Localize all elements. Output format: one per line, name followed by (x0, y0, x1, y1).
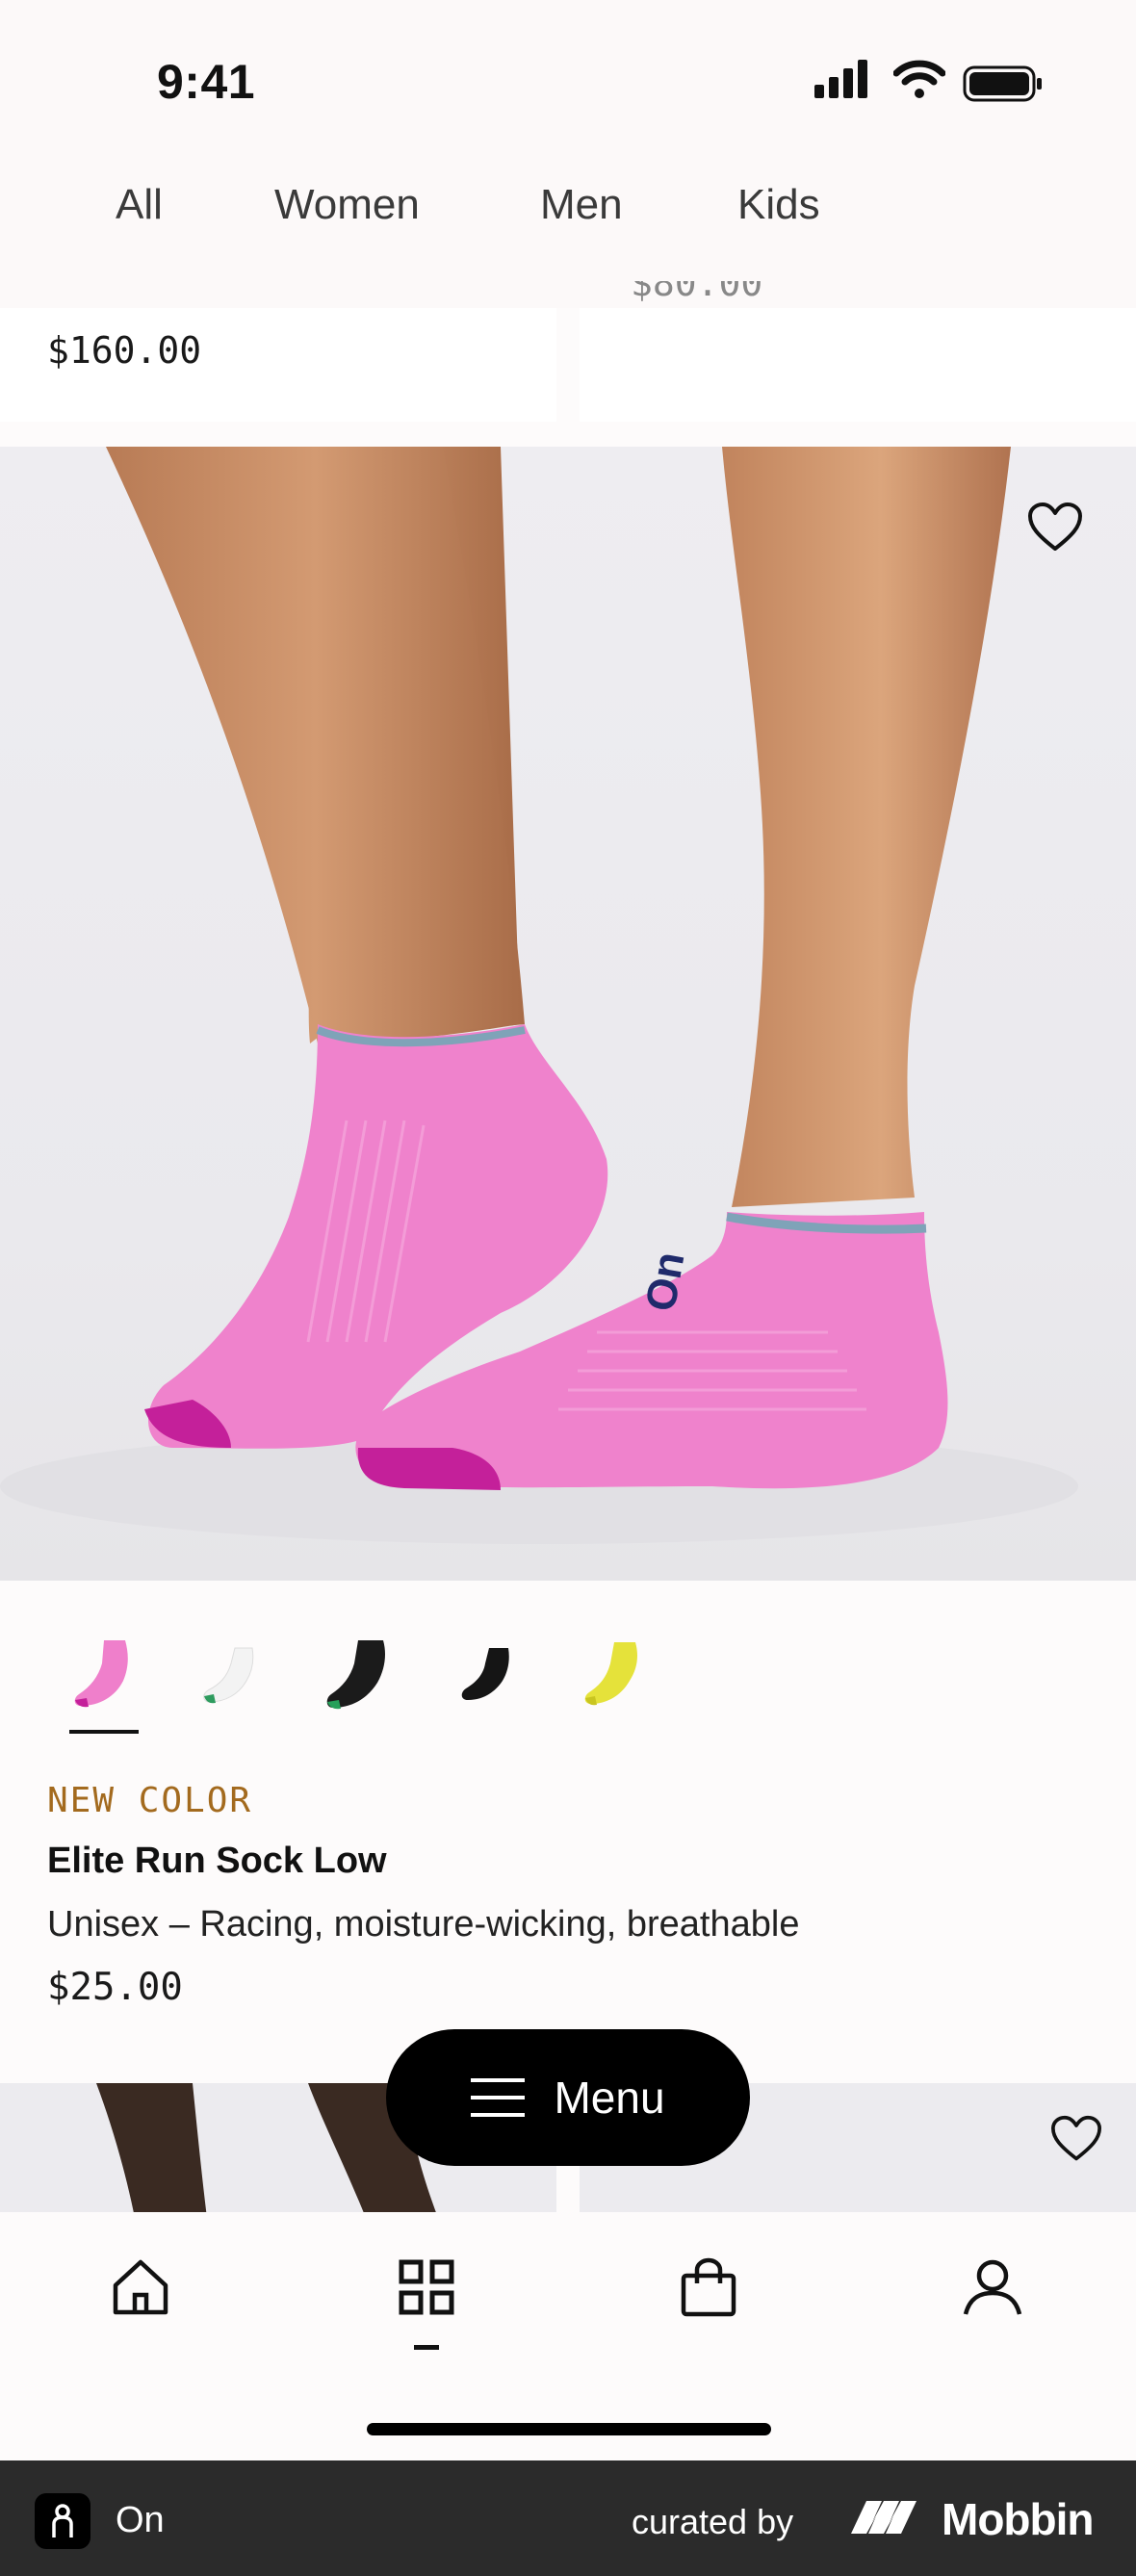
account-icon[interactable] (962, 2256, 1023, 2318)
wifi-icon (893, 60, 945, 98)
product-price-previous-right: $80.00 (631, 281, 763, 304)
svg-text:On: On (637, 1249, 694, 1315)
home-indicator (367, 2423, 771, 2435)
color-swatch-white[interactable] (193, 1635, 270, 1712)
status-time: 9:41 (157, 55, 256, 109)
tab-kids[interactable]: Kids (737, 181, 820, 229)
color-swatch-black-green[interactable] (320, 1635, 397, 1712)
product-name[interactable]: Elite Run Sock Low (47, 1841, 387, 1882)
mobbin-logo-icon (851, 2501, 917, 2534)
app-logo (35, 2493, 90, 2549)
product-photo-illustration: On (0, 447, 1078, 1544)
cellular-signal-icon (814, 60, 867, 98)
product-card-previous-right[interactable] (580, 308, 1136, 422)
product-badge: NEW COLOR (47, 1781, 253, 1820)
favorite-heart-icon[interactable] (1026, 501, 1084, 554)
tab-men[interactable]: Men (540, 181, 623, 229)
color-swatch-black[interactable] (447, 1635, 524, 1712)
on-logo-icon (52, 2504, 73, 2537)
bag-icon[interactable] (678, 2256, 739, 2318)
menu-button-label: Menu (554, 2073, 665, 2123)
menu-button[interactable]: Menu (386, 2029, 750, 2166)
favorite-heart-icon-next[interactable] (1049, 2114, 1103, 2164)
product-description: Unisex – Racing, moisture-wicking, breat… (47, 1904, 800, 1945)
home-icon[interactable] (110, 2256, 171, 2318)
battery-icon (963, 65, 1042, 102)
tab-women[interactable]: Women (274, 181, 420, 229)
curated-by-label: curated by (632, 2502, 794, 2541)
tab-all[interactable]: All (116, 181, 163, 229)
product-price: $25.00 (47, 1966, 183, 2009)
app-name: On (116, 2500, 165, 2540)
mobbin-brand: Mobbin (942, 2494, 1094, 2544)
selected-swatch-indicator (69, 1730, 139, 1734)
active-tab-indicator (414, 2345, 439, 2350)
color-swatch-pink[interactable] (65, 1635, 142, 1712)
product-price-previous-left: $160.00 (47, 329, 202, 372)
product-image[interactable]: On (0, 447, 1136, 1581)
hamburger-icon (471, 2078, 526, 2117)
grid-icon[interactable] (396, 2256, 457, 2318)
color-swatch-yellow[interactable] (574, 1635, 651, 1712)
